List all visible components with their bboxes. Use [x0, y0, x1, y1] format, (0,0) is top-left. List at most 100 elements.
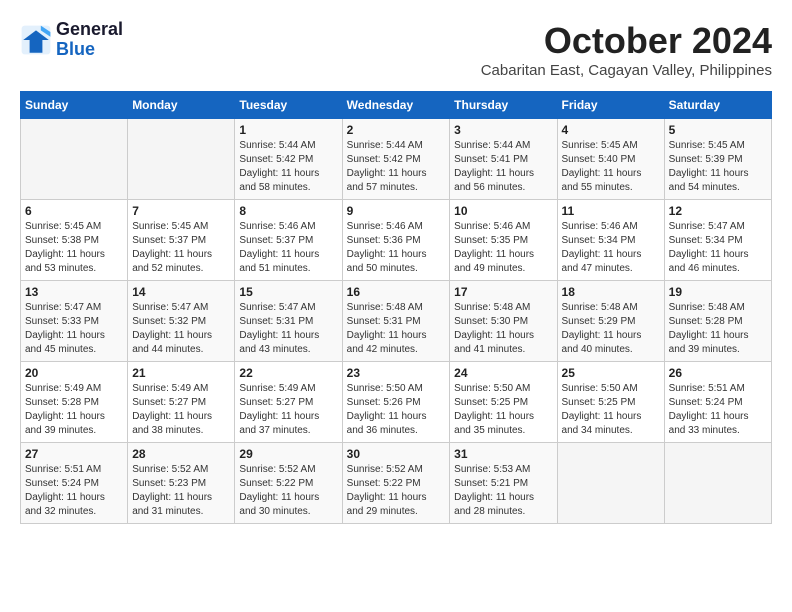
day-number: 10: [454, 204, 552, 218]
calendar-cell: 2 Sunrise: 5:44 AMSunset: 5:42 PMDaylight…: [342, 119, 450, 200]
calendar-cell: 23 Sunrise: 5:50 AMSunset: 5:26 PMDayligh…: [342, 362, 450, 443]
day-number: 26: [669, 366, 767, 380]
logo-general: General: [56, 19, 123, 39]
calendar-cell: 24 Sunrise: 5:50 AMSunset: 5:25 PMDayligh…: [450, 362, 557, 443]
day-info: Sunrise: 5:49 AMSunset: 5:27 PMDaylight:…: [239, 382, 337, 438]
day-info: Sunrise: 5:49 AMSunset: 5:28 PMDaylight:…: [25, 382, 123, 438]
day-info: Sunrise: 5:48 AMSunset: 5:29 PMDaylight:…: [562, 301, 660, 357]
calendar-cell: 14 Sunrise: 5:47 AMSunset: 5:32 PMDayligh…: [128, 281, 235, 362]
calendar-cell: 28Sunrise: 5:52 AMSunset: 5:23 PMDayligh…: [128, 443, 235, 524]
day-info: Sunrise: 5:44 AMSunset: 5:41 PMDaylight:…: [454, 139, 552, 195]
day-number: 6: [25, 204, 123, 218]
week-row-5: 27 Sunrise: 5:51 AMSunset: 5:24 PMDayligh…: [21, 443, 772, 524]
day-info: Sunrise: 5:47 AMSunset: 5:34 PMDaylight:…: [669, 220, 767, 276]
day-info: Sunrise: 5:52 AMSunset: 5:22 PMDaylight:…: [239, 463, 337, 519]
day-number: 4: [562, 123, 660, 137]
day-info: Sunrise: 5:45 AMSunset: 5:37 PMDaylight:…: [132, 220, 230, 276]
week-row-2: 6 Sunrise: 5:45 AMSunset: 5:38 PMDaylight…: [21, 200, 772, 281]
day-info: Sunrise: 5:51 AMSunset: 5:24 PMDaylight:…: [669, 382, 767, 438]
day-number: 29: [239, 447, 337, 461]
header-thursday: Thursday: [450, 92, 557, 119]
header-friday: Friday: [557, 92, 664, 119]
week-row-1: 1Sunrise: 5:44 AMSunset: 5:42 PMDaylight…: [21, 119, 772, 200]
day-info: Sunrise: 5:50 AMSunset: 5:26 PMDaylight:…: [347, 382, 446, 438]
day-number: 14: [132, 285, 230, 299]
day-info: Sunrise: 5:48 AMSunset: 5:28 PMDaylight:…: [669, 301, 767, 357]
day-info: Sunrise: 5:45 AMSunset: 5:39 PMDaylight:…: [669, 139, 767, 195]
day-number: 22: [239, 366, 337, 380]
day-info: Sunrise: 5:46 AMSunset: 5:34 PMDaylight:…: [562, 220, 660, 276]
calendar-cell: 3 Sunrise: 5:44 AMSunset: 5:41 PMDaylight…: [450, 119, 557, 200]
calendar-cell: 9 Sunrise: 5:46 AMSunset: 5:36 PMDaylight…: [342, 200, 450, 281]
calendar-table: SundayMondayTuesdayWednesdayThursdayFrid…: [20, 91, 772, 524]
calendar-cell: 21Sunrise: 5:49 AMSunset: 5:27 PMDayligh…: [128, 362, 235, 443]
calendar-cell: 30Sunrise: 5:52 AMSunset: 5:22 PMDayligh…: [342, 443, 450, 524]
day-number: 15: [239, 285, 337, 299]
day-number: 18: [562, 285, 660, 299]
calendar-cell: [128, 119, 235, 200]
day-number: 8: [239, 204, 337, 218]
calendar-cell: 16 Sunrise: 5:48 AMSunset: 5:31 PMDayligh…: [342, 281, 450, 362]
week-row-4: 20 Sunrise: 5:49 AMSunset: 5:28 PMDayligh…: [21, 362, 772, 443]
day-number: 16: [347, 285, 446, 299]
day-number: 12: [669, 204, 767, 218]
day-number: 23: [347, 366, 446, 380]
week-row-3: 13 Sunrise: 5:47 AMSunset: 5:33 PMDayligh…: [21, 281, 772, 362]
calendar-cell: 27 Sunrise: 5:51 AMSunset: 5:24 PMDayligh…: [21, 443, 128, 524]
calendar-cell: 18 Sunrise: 5:48 AMSunset: 5:29 PMDayligh…: [557, 281, 664, 362]
calendar-cell: [664, 443, 771, 524]
day-info: Sunrise: 5:50 AMSunset: 5:25 PMDaylight:…: [454, 382, 552, 438]
calendar-cell: 19 Sunrise: 5:48 AMSunset: 5:28 PMDayligh…: [664, 281, 771, 362]
month-title: October 2024: [481, 20, 772, 62]
day-info: Sunrise: 5:51 AMSunset: 5:24 PMDaylight:…: [25, 463, 123, 519]
day-number: 27: [25, 447, 123, 461]
day-info: Sunrise: 5:46 AMSunset: 5:37 PMDaylight:…: [239, 220, 337, 276]
day-info: Sunrise: 5:47 AMSunset: 5:31 PMDaylight:…: [239, 301, 337, 357]
day-number: 24: [454, 366, 552, 380]
day-number: 31: [454, 447, 552, 461]
day-number: 21: [132, 366, 230, 380]
day-number: 20: [25, 366, 123, 380]
day-info: Sunrise: 5:48 AMSunset: 5:30 PMDaylight:…: [454, 301, 552, 357]
calendar-cell: 17 Sunrise: 5:48 AMSunset: 5:30 PMDayligh…: [450, 281, 557, 362]
day-info: Sunrise: 5:52 AMSunset: 5:23 PMDaylight:…: [132, 463, 230, 519]
calendar-cell: 31Sunrise: 5:53 AMSunset: 5:21 PMDayligh…: [450, 443, 557, 524]
calendar-cell: 12 Sunrise: 5:47 AMSunset: 5:34 PMDayligh…: [664, 200, 771, 281]
day-info: Sunrise: 5:47 AMSunset: 5:33 PMDaylight:…: [25, 301, 123, 357]
day-number: 19: [669, 285, 767, 299]
header-sunday: Sunday: [21, 92, 128, 119]
calendar-cell: 6 Sunrise: 5:45 AMSunset: 5:38 PMDaylight…: [21, 200, 128, 281]
day-info: Sunrise: 5:45 AMSunset: 5:38 PMDaylight:…: [25, 220, 123, 276]
calendar-cell: 5Sunrise: 5:45 AMSunset: 5:39 PMDaylight…: [664, 119, 771, 200]
day-number: 9: [347, 204, 446, 218]
calendar-cell: 7 Sunrise: 5:45 AMSunset: 5:37 PMDaylight…: [128, 200, 235, 281]
calendar-cell: 29 Sunrise: 5:52 AMSunset: 5:22 PMDayligh…: [235, 443, 342, 524]
logo-blue: Blue: [56, 39, 95, 59]
calendar-cell: 25 Sunrise: 5:50 AMSunset: 5:25 PMDayligh…: [557, 362, 664, 443]
day-info: Sunrise: 5:48 AMSunset: 5:31 PMDaylight:…: [347, 301, 446, 357]
top-bar: General Blue October 2024 Cabaritan East…: [20, 20, 772, 83]
day-info: Sunrise: 5:46 AMSunset: 5:36 PMDaylight:…: [347, 220, 446, 276]
header-wednesday: Wednesday: [342, 92, 450, 119]
day-info: Sunrise: 5:45 AMSunset: 5:40 PMDaylight:…: [562, 139, 660, 195]
day-number: 7: [132, 204, 230, 218]
calendar-cell: 1Sunrise: 5:44 AMSunset: 5:42 PMDaylight…: [235, 119, 342, 200]
logo-text: General Blue: [56, 20, 123, 60]
calendar-cell: [557, 443, 664, 524]
day-info: Sunrise: 5:46 AMSunset: 5:35 PMDaylight:…: [454, 220, 552, 276]
calendar-header-row: SundayMondayTuesdayWednesdayThursdayFrid…: [21, 92, 772, 119]
day-number: 3: [454, 123, 552, 137]
day-number: 13: [25, 285, 123, 299]
day-info: Sunrise: 5:47 AMSunset: 5:32 PMDaylight:…: [132, 301, 230, 357]
day-info: Sunrise: 5:44 AMSunset: 5:42 PMDaylight:…: [347, 139, 446, 195]
day-info: Sunrise: 5:44 AMSunset: 5:42 PMDaylight:…: [239, 139, 337, 195]
day-number: 2: [347, 123, 446, 137]
calendar-body: 1Sunrise: 5:44 AMSunset: 5:42 PMDaylight…: [21, 119, 772, 524]
calendar-cell: 8 Sunrise: 5:46 AMSunset: 5:37 PMDaylight…: [235, 200, 342, 281]
day-number: 17: [454, 285, 552, 299]
calendar-cell: 15 Sunrise: 5:47 AMSunset: 5:31 PMDayligh…: [235, 281, 342, 362]
day-info: Sunrise: 5:50 AMSunset: 5:25 PMDaylight:…: [562, 382, 660, 438]
day-number: 30: [347, 447, 446, 461]
logo-icon: [20, 24, 52, 56]
day-number: 25: [562, 366, 660, 380]
